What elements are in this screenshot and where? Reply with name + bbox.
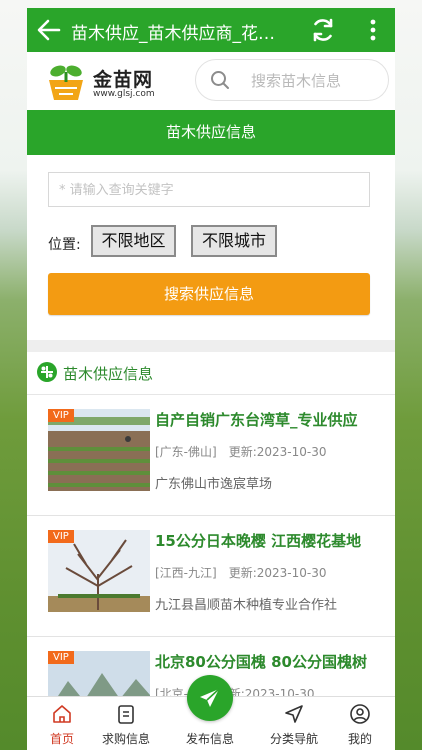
tab-label: 发布信息: [185, 732, 234, 746]
search-placeholder: 搜索苗木信息: [251, 72, 342, 90]
item-updated: 更新:2023-10-30: [228, 566, 327, 580]
list-heading-text: 苗木供应信息: [63, 365, 154, 383]
tab-category-nav[interactable]: 分类导航: [259, 697, 329, 750]
tab-purchase-info[interactable]: 求购信息: [91, 697, 161, 750]
navigation-icon: [285, 705, 303, 723]
list-item[interactable]: VIP 自产自销广东台湾草_专业供应 [广东-佛山] 更新:2023-10-30 …: [27, 395, 395, 516]
leaf-badge-icon: [37, 362, 57, 382]
item-title: 北京80公分国槐 80公分国槐树: [155, 653, 367, 671]
site-logo[interactable]: 金苗网 www.glsj.com: [45, 62, 165, 102]
search-icon: [211, 71, 229, 89]
region-select[interactable]: 不限地区: [91, 225, 176, 257]
search-supply-button[interactable]: 搜索供应信息: [48, 273, 370, 315]
item-meta: [广东-佛山] 更新:2023-10-30: [155, 443, 327, 460]
location-label: 位置:: [48, 237, 81, 253]
send-icon: [200, 688, 220, 707]
item-updated: 更新:2023-10-30: [228, 445, 327, 459]
top-app-bar: 苗木供应_苗木供应商_花…: [27, 8, 395, 52]
section-divider: [27, 340, 395, 352]
item-thumbnail: VIP: [48, 409, 150, 491]
clipboard-icon: [118, 705, 134, 724]
page-title: 苗木供应_苗木供应商_花…: [71, 24, 275, 44]
item-title: 15公分日本晚樱 江西樱花基地: [155, 532, 362, 550]
search-form: * 请输入查询关键字 位置: 不限地区 不限城市 搜索供应信息: [27, 155, 395, 340]
app-window: 苗木供应_苗木供应商_花… 金苗网 www.glsj.com 搜索苗木信息 苗木…: [27, 8, 395, 750]
item-meta: [江西-九江] 更新:2023-10-30: [155, 564, 327, 581]
city-select[interactable]: 不限城市: [191, 225, 277, 257]
site-header: 金苗网 www.glsj.com 搜索苗木信息: [27, 52, 395, 110]
refresh-icon[interactable]: [309, 16, 337, 44]
vip-badge: VIP: [48, 409, 74, 422]
vip-badge: VIP: [48, 651, 74, 664]
brand-name: 金苗网: [93, 69, 154, 91]
list-heading: 苗木供应信息: [27, 352, 395, 395]
tab-home[interactable]: 首页: [27, 697, 97, 750]
tab-mine[interactable]: 我的: [325, 697, 395, 750]
item-location: [广东-佛山]: [155, 445, 217, 459]
publish-fab-button[interactable]: [187, 675, 233, 721]
home-icon: [53, 705, 71, 723]
search-input[interactable]: 搜索苗木信息: [195, 59, 389, 101]
logo-sprout-icon: [49, 65, 83, 100]
tab-label: 分类导航: [269, 732, 318, 746]
tab-label: 我的: [347, 732, 372, 746]
brand-url: www.glsj.com: [93, 89, 155, 99]
tab-label: 求购信息: [101, 732, 150, 746]
vip-badge: VIP: [48, 530, 74, 543]
item-thumbnail: VIP: [48, 530, 150, 612]
list-item[interactable]: VIP 15公分日本晚樱 江西樱花基地 [江西-九江] 更新:2023-10-30…: [27, 516, 395, 637]
item-company: 九江县昌顺苗木种植专业合作社: [155, 598, 338, 613]
user-icon: [350, 704, 370, 724]
back-arrow-icon[interactable]: [35, 16, 63, 44]
section-title-bar: 苗木供应信息: [27, 110, 395, 155]
item-location: [江西-九江]: [155, 566, 217, 580]
keyword-input[interactable]: * 请输入查询关键字: [48, 172, 370, 207]
item-company: 广东佛山市逸宸草场: [155, 477, 273, 492]
tab-label: 首页: [49, 732, 74, 746]
item-title: 自产自销广东台湾草_专业供应: [155, 411, 358, 429]
more-options-icon[interactable]: [359, 16, 387, 44]
